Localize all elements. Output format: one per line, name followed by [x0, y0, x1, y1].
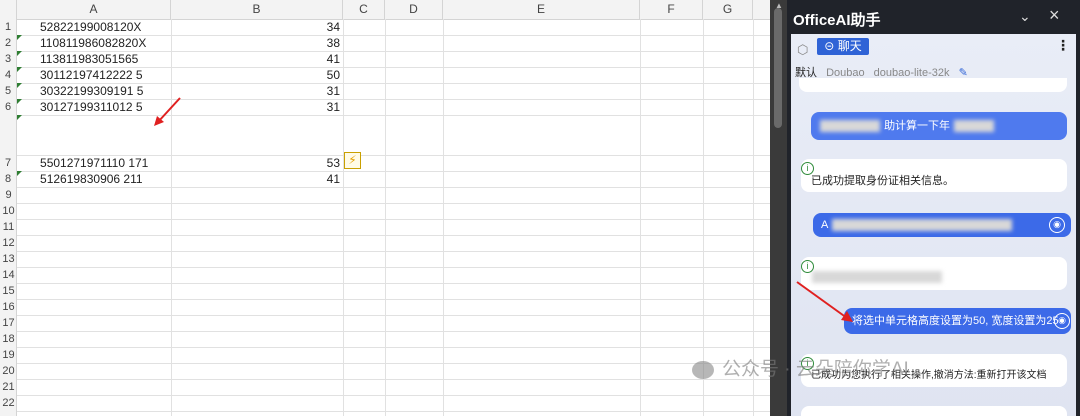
message-user-3: 将选中单元格高度设置为50, 宽度设置为25 — [844, 308, 1071, 334]
cell-b8[interactable]: 41 — [300, 172, 340, 187]
error-indicator — [17, 171, 22, 176]
spreadsheet: A B C D E F G 1 2 3 4 5 6 7 8 9 10 11 12… — [0, 0, 770, 416]
cell-a8[interactable]: 512619830906 211 — [40, 172, 143, 187]
chevron-down-icon[interactable]: ⌄ — [1019, 8, 1031, 25]
message-user-1-text: 助计算一下年 — [884, 120, 951, 132]
redacted-text — [812, 271, 942, 283]
message-ai-partial-bottom — [801, 406, 1067, 420]
cell-a4[interactable]: 30112197412222 5 — [40, 68, 143, 83]
cell-a1[interactable]: 52822199008120X — [40, 20, 141, 35]
column-header-g[interactable]: G — [703, 0, 753, 19]
cell-a2[interactable]: 110811986082820X — [40, 36, 146, 51]
row-header-21[interactable]: 21 — [0, 379, 17, 395]
wechat-icon — [692, 360, 714, 379]
row-header-16[interactable]: 16 — [0, 299, 17, 315]
user-avatar-icon: ◉ — [1054, 313, 1070, 329]
column-header-a[interactable]: A — [17, 0, 171, 19]
row-header-14[interactable]: 14 — [0, 267, 17, 283]
row-header-13[interactable]: 13 — [0, 251, 17, 267]
cell-a3[interactable]: 113811983051565 — [40, 52, 138, 67]
cell-a7-value: 501271971110 171 — [46, 156, 149, 170]
cell-a5[interactable]: 30322199309191 5 — [40, 84, 143, 99]
info-icon: i — [801, 260, 814, 273]
message-user-2-text: A — [821, 219, 828, 231]
error-indicator — [17, 99, 22, 104]
error-indicator — [17, 51, 22, 56]
column-header-f[interactable]: F — [640, 0, 703, 19]
row-header-22[interactable]: 22 — [0, 395, 17, 411]
cell-b1[interactable]: 34 — [300, 20, 340, 35]
cube-icon[interactable]: ⬡ — [797, 42, 808, 58]
close-icon[interactable]: × — [1049, 5, 1060, 26]
row-header-3[interactable]: 3 — [0, 51, 17, 67]
cell-a7-prefix: 5 — [40, 156, 47, 170]
row-header-4[interactable]: 4 — [0, 67, 17, 83]
info-icon: i — [801, 162, 814, 175]
row-header-5[interactable]: 5 — [0, 83, 17, 99]
cell-a8-value: 12619830906 211 — [46, 172, 143, 186]
column-header-c[interactable]: C — [343, 0, 385, 19]
row-header-20[interactable]: 20 — [0, 363, 17, 379]
message-ai-2 — [801, 257, 1067, 290]
row-header-11[interactable]: 11 — [0, 219, 17, 235]
cell-b5[interactable]: 31 — [300, 84, 340, 99]
user-avatar-icon: ◉ — [1049, 217, 1065, 233]
row-header-10[interactable]: 10 — [0, 203, 17, 219]
row-header-9[interactable]: 9 — [0, 187, 17, 203]
chat-bubble-icon: ⊝ — [824, 39, 838, 53]
chat-tab-button[interactable]: ⊝ 聊天 — [817, 38, 869, 55]
error-indicator — [17, 115, 22, 120]
message-ai-1: 已成功提取身份证相关信息。 — [801, 159, 1067, 192]
cell-a8-prefix: 5 — [40, 172, 47, 186]
row-header-6[interactable]: 6 — [0, 99, 17, 115]
column-header-b[interactable]: B — [171, 0, 343, 19]
message-user-2: A ◉ — [813, 213, 1071, 237]
cell-b7[interactable]: 53 — [300, 156, 340, 171]
scrollbar-thumb[interactable] — [774, 8, 782, 128]
message-user-1: 助计算一下年 — [811, 112, 1067, 140]
flash-fill-icon[interactable]: ⚡ — [344, 152, 361, 169]
row-header-12[interactable]: 12 — [0, 235, 17, 251]
cell-a6[interactable]: 30127199311012 5 — [40, 100, 143, 115]
select-all-corner[interactable] — [0, 0, 17, 19]
row-header-blank[interactable] — [0, 115, 17, 155]
row-header-8[interactable]: 8 — [0, 171, 17, 187]
row-header-17[interactable]: 17 — [0, 315, 17, 331]
column-header-e[interactable]: E — [443, 0, 640, 19]
row-header-19[interactable]: 19 — [0, 347, 17, 363]
row-header-15[interactable]: 15 — [0, 283, 17, 299]
error-indicator — [17, 35, 22, 40]
watermark: 公众号 · 云朵陪你学AI — [692, 354, 909, 381]
column-header-d[interactable]: D — [385, 0, 443, 19]
column-header-bar: A B C D E F G — [0, 0, 770, 20]
cell-b2[interactable]: 38 — [300, 36, 340, 51]
cell-b6[interactable]: 31 — [300, 100, 340, 115]
cell-b4[interactable]: 50 — [300, 68, 340, 83]
panel-title: OfficeAI助手 — [793, 12, 881, 29]
annotation-arrow — [154, 97, 181, 126]
row-header-1[interactable]: 1 — [0, 19, 17, 35]
row-header-7[interactable]: 7 — [0, 155, 17, 171]
row-header-18[interactable]: 18 — [0, 331, 17, 347]
cell-b3[interactable]: 41 — [300, 52, 340, 67]
redacted-text — [820, 120, 880, 133]
redacted-text — [831, 219, 1012, 232]
message-ai-partial — [799, 78, 1067, 92]
error-indicator — [17, 67, 22, 72]
cell-a7[interactable]: 5501271971110 171 — [40, 156, 148, 171]
chat-tab-label: 聊天 — [837, 39, 862, 53]
more-options-icon[interactable]: ⋮ — [1056, 37, 1070, 54]
row-header-2[interactable]: 2 — [0, 35, 17, 51]
error-indicator — [17, 83, 22, 88]
redacted-text — [954, 120, 995, 133]
watermark-text: 公众号 · 云朵陪你学AI — [722, 359, 909, 380]
